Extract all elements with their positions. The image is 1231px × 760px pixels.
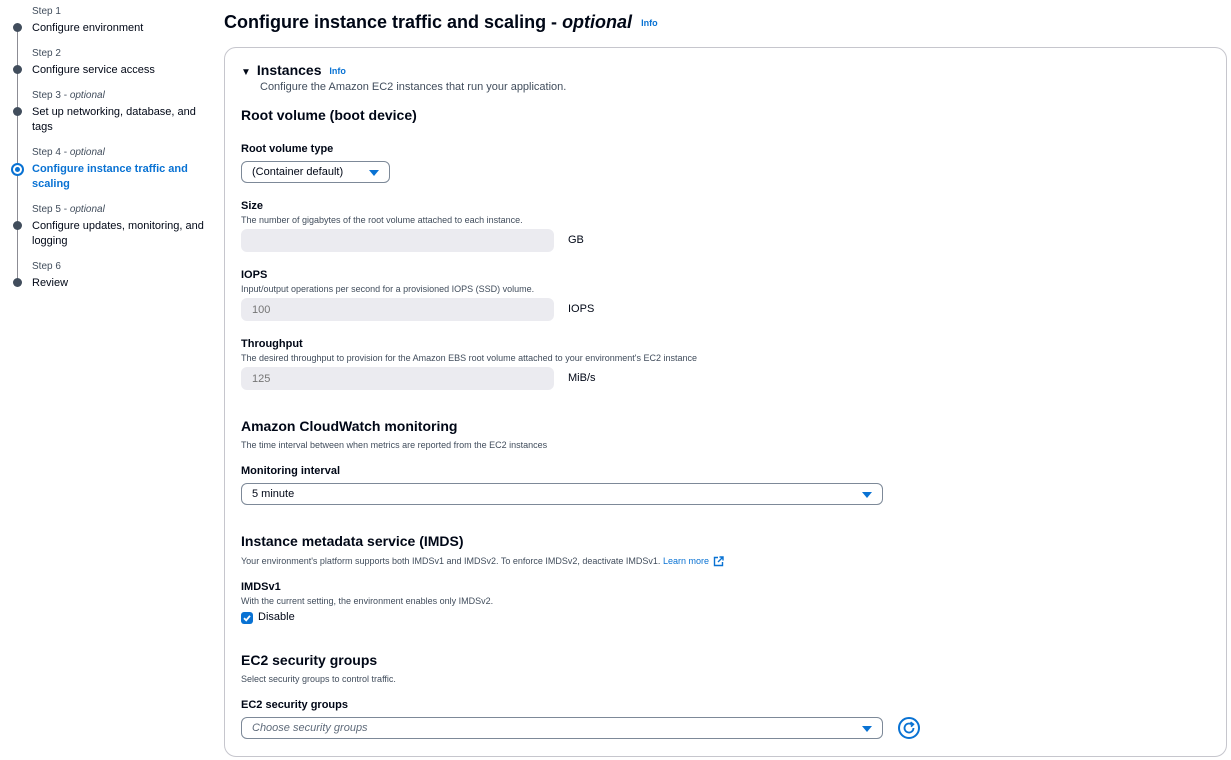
size-label: Size — [241, 200, 264, 212]
throughput-label: Throughput — [241, 338, 303, 350]
step-4-title[interactable]: Configure instance traffic and scaling — [32, 162, 212, 192]
monitoring-interval-label: Monitoring interval — [241, 465, 340, 477]
step-3-indicator-icon — [13, 107, 22, 116]
cloudwatch-description: The time interval between when metrics a… — [241, 440, 548, 450]
refresh-icon — [903, 721, 915, 734]
size-unit: GB — [568, 234, 584, 246]
step-6[interactable]: Step 6 Review — [32, 261, 212, 291]
step-3-title[interactable]: Set up networking, database, and tags — [32, 105, 212, 135]
step-6-title[interactable]: Review — [32, 276, 212, 291]
checkmark-icon — [243, 615, 251, 622]
wizard-steps-nav: Step 1 Configure environment Step 2 Conf… — [0, 0, 215, 760]
instances-panel: ▼ Instances Info Configure the Amazon EC2… — [224, 47, 1227, 757]
step-1-title[interactable]: Configure environment — [32, 21, 212, 36]
step-4-active-indicator-icon — [11, 163, 24, 176]
step-5-number: Step 5 - optional — [32, 204, 105, 215]
root-volume-heading: Root volume (boot device) — [241, 107, 417, 123]
step-6-number: Step 6 — [32, 261, 61, 272]
expand-caret-icon[interactable]: ▼ — [241, 67, 251, 78]
disable-checkbox-label[interactable]: Disable — [258, 611, 295, 623]
dropdown-arrow-icon — [862, 726, 872, 732]
step-6-indicator-icon — [13, 278, 22, 287]
learn-more-link[interactable]: Learn more — [663, 556, 709, 566]
imds-heading: Instance metadata service (IMDS) — [241, 533, 464, 549]
instances-header[interactable]: ▼ Instances Info — [241, 62, 346, 78]
throughput-input[interactable] — [241, 367, 554, 390]
instances-info-link[interactable]: Info — [329, 66, 346, 76]
imds-description: Your environment's platform supports bot… — [241, 556, 725, 567]
step-4[interactable]: Step 4 - optional Configure instance tra… — [32, 147, 212, 192]
imdsv1-label: IMDSv1 — [241, 581, 281, 593]
root-volume-type-select[interactable]: (Container default) — [241, 161, 390, 183]
step-5-title[interactable]: Configure updates, monitoring, and loggi… — [32, 219, 212, 249]
step-2-number: Step 2 — [32, 48, 61, 59]
size-input[interactable] — [241, 229, 554, 252]
disable-imdsv1-checkbox[interactable] — [241, 612, 253, 624]
dropdown-arrow-icon — [369, 170, 379, 176]
security-groups-select[interactable]: Choose security groups — [241, 717, 883, 739]
iops-input[interactable] — [241, 298, 554, 321]
monitoring-interval-select[interactable]: 5 minute — [241, 483, 883, 505]
security-groups-placeholder: Choose security groups — [252, 722, 368, 734]
imdsv1-description: With the current setting, the environmen… — [241, 596, 494, 606]
dropdown-arrow-icon — [862, 492, 872, 498]
throughput-description: The desired throughput to provision for … — [241, 353, 697, 363]
step-5-indicator-icon — [13, 221, 22, 230]
iops-description: Input/output operations per second for a… — [241, 284, 535, 294]
step-3[interactable]: Step 3 - optional Set up networking, dat… — [32, 90, 212, 135]
root-volume-type-label: Root volume type — [241, 143, 334, 155]
step-2-indicator-icon — [13, 65, 22, 74]
refresh-security-groups-button[interactable] — [898, 717, 920, 739]
step-1[interactable]: Step 1 Configure environment — [32, 6, 212, 36]
monitoring-interval-value: 5 minute — [252, 488, 295, 500]
security-groups-heading: EC2 security groups — [241, 652, 378, 668]
external-link-icon[interactable] — [713, 556, 725, 567]
page-title-text: Configure instance traffic and scaling - — [224, 12, 563, 32]
step-2[interactable]: Step 2 Configure service access — [32, 48, 212, 78]
root-volume-type-value: (Container default) — [252, 166, 344, 178]
security-groups-description: Select security groups to control traffi… — [241, 674, 396, 684]
throughput-unit: MiB/s — [568, 372, 596, 384]
step-4-number: Step 4 - optional — [32, 147, 105, 158]
cloudwatch-heading: Amazon CloudWatch monitoring — [241, 418, 458, 434]
page-info-link[interactable]: Info — [641, 18, 658, 28]
instances-heading: Instances — [256, 62, 322, 78]
iops-label: IOPS — [241, 269, 268, 281]
step-1-number: Step 1 — [32, 6, 61, 17]
size-description: The number of gigabytes of the root volu… — [241, 215, 523, 225]
iops-unit: IOPS — [568, 303, 595, 315]
step-3-number: Step 3 - optional — [32, 90, 105, 101]
imds-description-text: Your environment's platform supports bot… — [241, 556, 661, 566]
page-title-optional: optional — [562, 12, 633, 32]
security-groups-label: EC2 security groups — [241, 699, 348, 711]
instances-description: Configure the Amazon EC2 instances that … — [260, 81, 567, 93]
step-2-title[interactable]: Configure service access — [32, 63, 212, 78]
step-5[interactable]: Step 5 - optional Configure updates, mon… — [32, 204, 212, 249]
step-1-indicator-icon — [13, 23, 22, 32]
page-title: Configure instance traffic and scaling -… — [224, 12, 658, 33]
